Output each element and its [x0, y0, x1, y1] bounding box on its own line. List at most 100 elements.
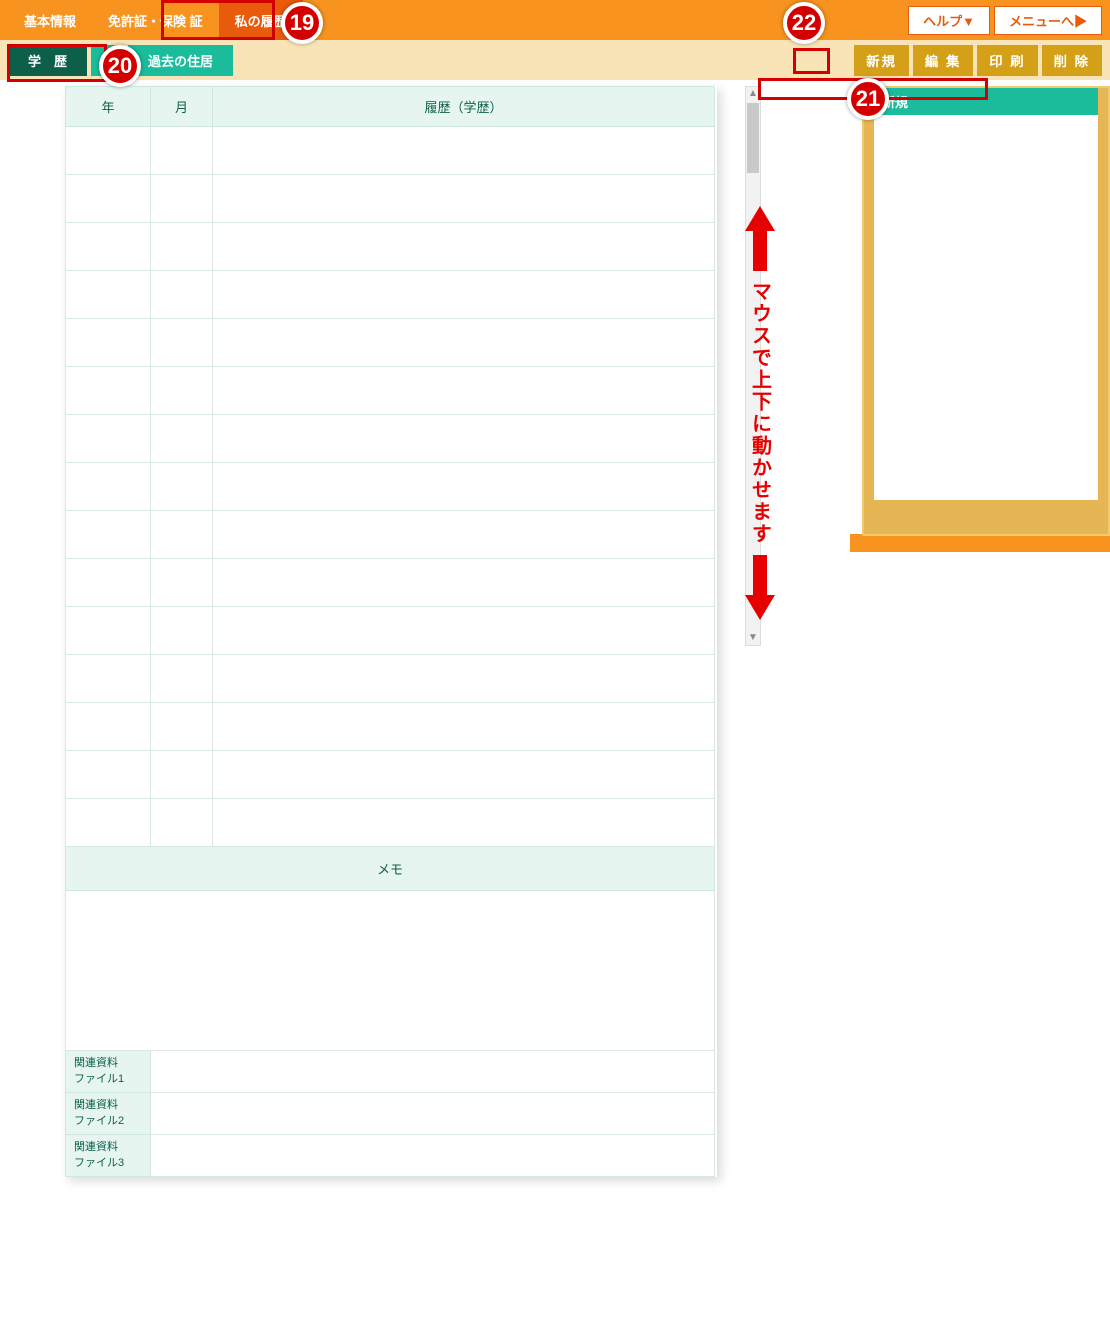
cell-history[interactable] — [213, 127, 715, 175]
file-label: 関連資料 ファイル3 — [66, 1135, 151, 1177]
table-row — [66, 415, 715, 463]
cell-month[interactable] — [151, 175, 213, 223]
cell-year[interactable] — [66, 703, 151, 751]
file-cell[interactable] — [151, 1051, 715, 1093]
table-row — [66, 127, 715, 175]
tab-license-insurance[interactable]: 免許証・保険 証 — [92, 0, 219, 40]
cell-month[interactable] — [151, 655, 213, 703]
table-row — [66, 223, 715, 271]
subtab-education[interactable]: 学 歴 — [8, 45, 87, 76]
cell-month[interactable] — [151, 319, 213, 367]
cell-year[interactable] — [66, 223, 151, 271]
cell-month[interactable] — [151, 223, 213, 271]
main-panel: 年 月 履歴（学歴） メモ 関連資料 ファイル1関連資料 ファイル2関連資料 フ… — [65, 86, 785, 1177]
cell-year[interactable] — [66, 511, 151, 559]
cell-year[interactable] — [66, 463, 151, 511]
side-bottom-strip — [850, 534, 1110, 552]
table-row — [66, 607, 715, 655]
cell-year[interactable] — [66, 271, 151, 319]
cell-month[interactable] — [151, 415, 213, 463]
cell-year[interactable] — [66, 367, 151, 415]
cell-month[interactable] — [151, 607, 213, 655]
table-row — [66, 319, 715, 367]
cell-year[interactable] — [66, 799, 151, 847]
annotation-badge-20: 20 — [99, 45, 141, 87]
file-row: 関連資料 ファイル2 — [66, 1093, 715, 1135]
cell-history[interactable] — [213, 463, 715, 511]
cell-history[interactable] — [213, 703, 715, 751]
side-column: 新規 — [850, 86, 1110, 1177]
print-button[interactable]: 印 刷 — [977, 45, 1037, 76]
side-panel-list: 新規 — [874, 88, 1098, 500]
cell-month[interactable] — [151, 559, 213, 607]
file-cell[interactable] — [151, 1135, 715, 1177]
scroll-up-icon[interactable]: ▲ — [746, 87, 760, 101]
action-button-group: 新規 編 集 印 刷 削 除 — [854, 45, 1102, 76]
side-item-new[interactable]: 新規 — [874, 88, 1098, 115]
cell-history[interactable] — [213, 751, 715, 799]
top-right-buttons: ヘルプ▼ メニューへ▶ — [908, 6, 1102, 35]
scroll-hint-annotation: マウスで上下に動かせます — [745, 206, 775, 620]
arrow-down-icon — [745, 595, 775, 620]
cell-history[interactable] — [213, 319, 715, 367]
table-row — [66, 367, 715, 415]
arrow-up-icon — [745, 206, 775, 231]
cell-history[interactable] — [213, 607, 715, 655]
file-label: 関連資料 ファイル1 — [66, 1051, 151, 1093]
new-button[interactable]: 新規 — [854, 45, 909, 76]
cell-year[interactable] — [66, 607, 151, 655]
help-button[interactable]: ヘルプ▼ — [908, 6, 990, 35]
cell-history[interactable] — [213, 799, 715, 847]
table-row — [66, 271, 715, 319]
cell-history[interactable] — [213, 511, 715, 559]
cell-year[interactable] — [66, 175, 151, 223]
cell-year[interactable] — [66, 655, 151, 703]
cell-history[interactable] — [213, 223, 715, 271]
cell-month[interactable] — [151, 271, 213, 319]
file-cell[interactable] — [151, 1093, 715, 1135]
cell-month[interactable] — [151, 751, 213, 799]
cell-month[interactable] — [151, 463, 213, 511]
arrow-shaft-down — [753, 555, 767, 595]
cell-month[interactable] — [151, 799, 213, 847]
cell-month[interactable] — [151, 367, 213, 415]
cell-history[interactable] — [213, 415, 715, 463]
cell-year[interactable] — [66, 319, 151, 367]
subtab-past-address[interactable]: 過去の住居 — [128, 45, 233, 76]
annotation-badge-22: 22 — [783, 2, 825, 44]
annotation-badge-19: 19 — [281, 2, 323, 44]
cell-history[interactable] — [213, 367, 715, 415]
table-row — [66, 463, 715, 511]
content-wrapper: 年 月 履歴（学歴） メモ 関連資料 ファイル1関連資料 ファイル2関連資料 フ… — [0, 80, 1110, 1177]
cell-month[interactable] — [151, 703, 213, 751]
cell-month[interactable] — [151, 127, 213, 175]
cell-history[interactable] — [213, 655, 715, 703]
cell-year[interactable] — [66, 751, 151, 799]
tab-basic-info[interactable]: 基本情報 — [8, 0, 92, 40]
form-shadow-wrap: 年 月 履歴（学歴） メモ 関連資料 ファイル1関連資料 ファイル2関連資料 フ… — [65, 86, 717, 1177]
table-row — [66, 703, 715, 751]
history-table: 年 月 履歴（学歴） メモ 関連資料 ファイル1関連資料 ファイル2関連資料 フ… — [65, 86, 715, 1177]
annotation-badge-21: 21 — [847, 78, 889, 120]
cell-history[interactable] — [213, 271, 715, 319]
cell-year[interactable] — [66, 415, 151, 463]
cell-year[interactable] — [66, 127, 151, 175]
top-nav-bar: 基本情報 免許証・保険 証 私の履歴 ヘルプ▼ メニューへ▶ — [0, 0, 1110, 40]
cell-history[interactable] — [213, 559, 715, 607]
file-label: 関連資料 ファイル2 — [66, 1093, 151, 1135]
cell-year[interactable] — [66, 559, 151, 607]
table-row — [66, 175, 715, 223]
memo-cell[interactable] — [66, 891, 715, 1051]
cell-history[interactable] — [213, 175, 715, 223]
file-row: 関連資料 ファイル1 — [66, 1051, 715, 1093]
table-row — [66, 559, 715, 607]
delete-button[interactable]: 削 除 — [1042, 45, 1102, 76]
edit-button[interactable]: 編 集 — [913, 45, 973, 76]
cell-month[interactable] — [151, 511, 213, 559]
scroll-down-icon[interactable]: ▼ — [746, 631, 760, 645]
memo-header: メモ — [66, 847, 715, 891]
sub-nav-bar: 学 歴 歴 過去の住居 新規 編 集 印 刷 削 除 — [0, 40, 1110, 80]
table-row — [66, 655, 715, 703]
menu-button[interactable]: メニューへ▶ — [994, 6, 1102, 35]
scroll-thumb[interactable] — [747, 103, 759, 173]
